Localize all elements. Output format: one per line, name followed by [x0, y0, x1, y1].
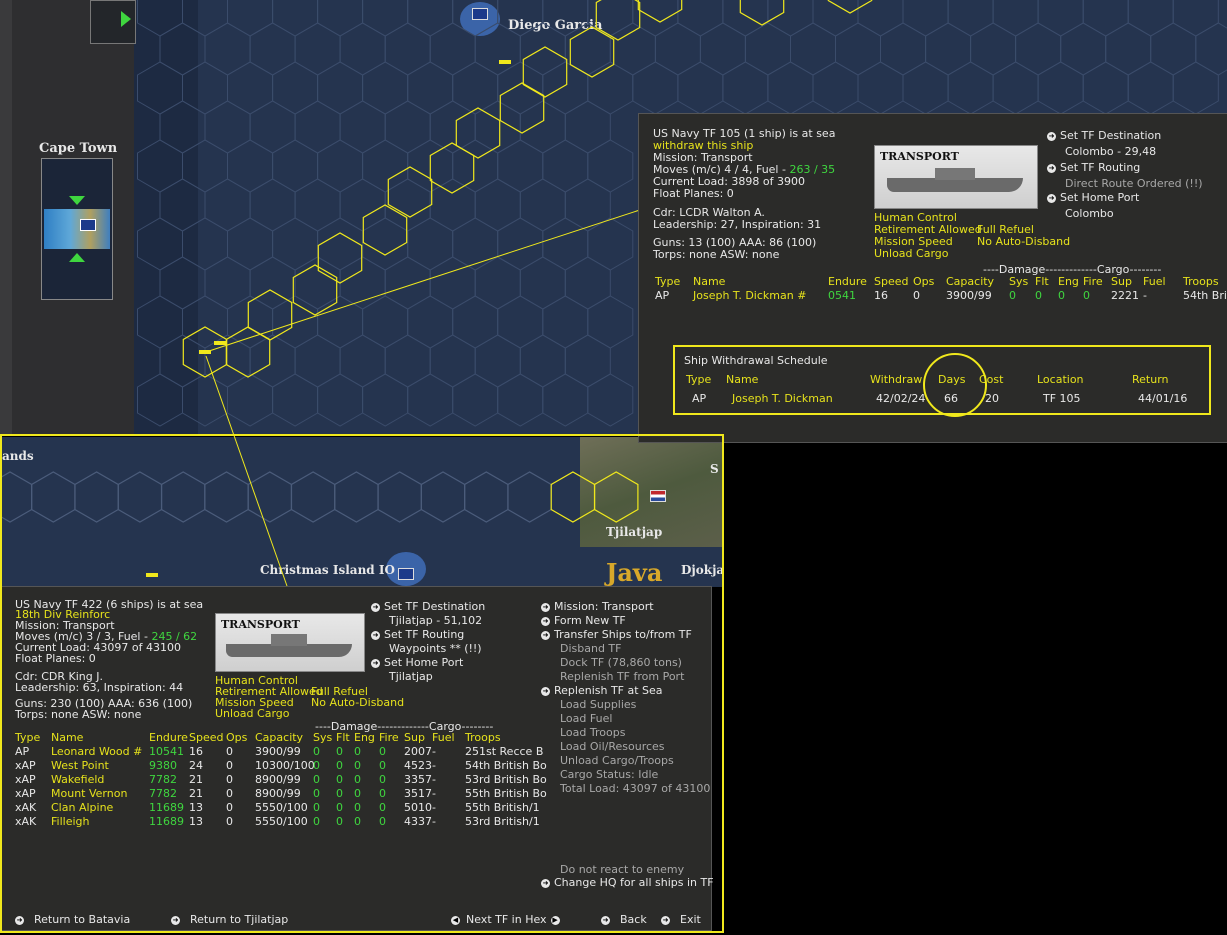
cell-type: AP: [655, 289, 670, 302]
tf105-torps: Torps: none ASW: none: [653, 248, 780, 261]
place-diego-garcia: Diego Garcia: [508, 18, 603, 33]
cell-eng: 0: [1058, 289, 1065, 302]
cape-town-base[interactable]: [41, 158, 113, 300]
tf105-ship-table: Type Name Endure Speed Ops Capacity Sys Flt Eng F…: [653, 275, 1227, 316]
cell-speed: 16: [874, 289, 888, 302]
withdrawal-cell-name[interactable]: Joseph T. Dickman: [732, 393, 833, 405]
withdrawal-col-header: Return: [1132, 373, 1169, 386]
tf105-col-header: Name: [693, 275, 726, 288]
cell-sup: 2221: [1111, 289, 1139, 302]
tf105-col-header: Type: [655, 275, 681, 288]
tf105-col-header: Eng: [1058, 275, 1079, 288]
map-corner-control[interactable]: [90, 0, 136, 44]
cell-name[interactable]: Joseph T. Dickman #: [693, 290, 806, 302]
cell-ops: 0: [913, 289, 920, 302]
tf105-home-value: Colombo: [1065, 207, 1114, 220]
tf105-ship-photo: TRANSPORT: [874, 145, 1038, 209]
map-coast-strip: [134, 0, 198, 435]
cell-fire: 0: [1083, 289, 1090, 302]
tf105-col-header: Speed: [874, 275, 909, 288]
table-row[interactable]: AP Joseph T. Dickman # 0541 16 0 3900/99 0 0 0 0 2…: [653, 289, 1227, 304]
cell-endure: 0541: [828, 289, 856, 302]
tf105-set-home[interactable]: ➜ Set Home Port: [1047, 192, 1139, 204]
tf105-routing-label: Set TF Routing: [1060, 161, 1141, 174]
withdrawal-col-header: Location: [1037, 373, 1084, 386]
tf105-col-header: Fuel: [1143, 275, 1166, 288]
tf422-highlight-frame: [0, 434, 724, 933]
tf105-set-routing[interactable]: ➜ Set TF Routing: [1047, 162, 1140, 174]
withdrawal-col-header: Withdraw: [870, 373, 923, 386]
cell-capacity: 3900/99: [946, 289, 992, 302]
cell-sys: 0: [1009, 289, 1016, 302]
withdrawal-title: Ship Withdrawal Schedule: [684, 354, 828, 367]
tf105-dest-label: Set TF Destination: [1060, 129, 1162, 142]
play-arrow-icon: [121, 11, 131, 27]
map-land-strip: [0, 0, 12, 435]
withdrawal-cell-location: TF 105: [1043, 392, 1081, 405]
tf105-dest-value: Colombo - 29,48: [1065, 145, 1157, 158]
tf105-float: Float Planes: 0: [653, 187, 734, 200]
arrow-right-icon: ➜: [1047, 131, 1056, 141]
ship-superstructure: [935, 168, 975, 180]
arrow-right-icon: ➜: [1047, 193, 1056, 203]
cell-flt: 0: [1035, 289, 1042, 302]
tf105-col-header: Sys: [1009, 275, 1029, 288]
triangle-up-icon: [69, 253, 85, 262]
map-thumbnail: [44, 209, 110, 249]
withdrawal-col-header: Name: [726, 373, 759, 386]
tf105-control-cargo[interactable]: Unload Cargo: [874, 248, 949, 260]
withdrawal-cell-withdraw: 42/02/24: [876, 392, 926, 405]
place-cape-town: Cape Town: [39, 141, 118, 156]
tf105-col-header: Capacity: [946, 275, 995, 288]
tf105-col-header: Sup: [1111, 275, 1132, 288]
days-highlight-circle: [923, 353, 987, 417]
withdrawal-col-header: Type: [686, 373, 712, 386]
withdrawal-cell-return: 44/01/16: [1138, 392, 1188, 405]
tf105-col-header: Fire: [1083, 275, 1103, 288]
tf105-col-header: Flt: [1035, 275, 1049, 288]
tf105-panel: US Navy TF 105 (1 ship) is at sea withdr…: [638, 113, 1227, 443]
tf105-col-header: Ops: [913, 275, 935, 288]
tf105-control-disband[interactable]: No Auto-Disband: [977, 236, 1070, 248]
cell-troops: 54th British/2: [1183, 289, 1227, 302]
cell-fuel: -: [1143, 289, 1147, 302]
triangle-down-icon: [69, 196, 85, 205]
tf105-col-header: Endure: [828, 275, 867, 288]
tf105-col-header: Troops: [1183, 275, 1219, 288]
tf105-routing-value: Direct Route Ordered (!!): [1065, 177, 1203, 190]
tf105-leadership: Leadership: 27, Inspiration: 31: [653, 218, 822, 231]
tf105-photo-title: TRANSPORT: [880, 150, 959, 163]
uk-flag-icon: [472, 8, 488, 20]
withdrawal-cell-cost: 20: [985, 392, 999, 405]
uk-flag-icon: [80, 219, 96, 231]
withdrawal-cell-type: AP: [692, 392, 707, 405]
tf105-set-destination[interactable]: ➜ Set TF Destination: [1047, 130, 1161, 142]
ship-silhouette-icon: [887, 178, 1023, 192]
arrow-right-icon: ➜: [1047, 163, 1056, 173]
tf105-home-label: Set Home Port: [1060, 191, 1140, 204]
